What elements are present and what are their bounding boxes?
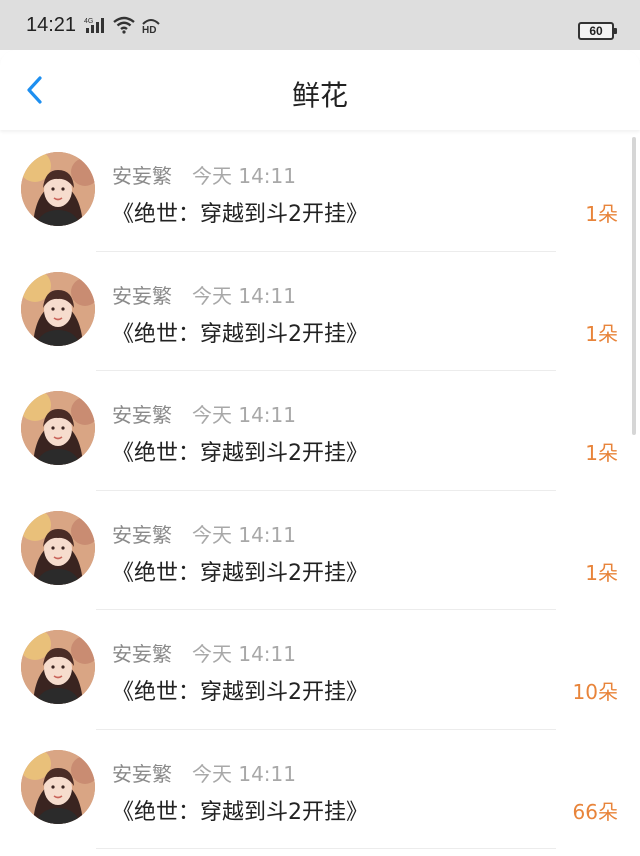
avatar[interactable] (21, 152, 95, 226)
battery-level: 60 (589, 24, 603, 38)
flower-count: 1朵 (585, 560, 618, 585)
flower-count: 1朵 (585, 441, 618, 465)
user-name: 安妄繁 (112, 642, 172, 666)
list-item[interactable]: 安妄繁 今天 14:11 《绝世：穿越到斗2开挂》 1朵 (0, 491, 640, 610)
user-name: 安妄繁 (112, 761, 172, 786)
status-icons: 4G HD (84, 16, 162, 34)
avatar[interactable] (21, 749, 95, 824)
avatar[interactable] (21, 510, 95, 585)
avatar[interactable] (21, 630, 95, 704)
book-title[interactable]: 《绝世：穿越到斗2开挂》 (112, 435, 368, 467)
timestamp: 今天 14:11 (192, 522, 296, 547)
flower-count: 1朵 (585, 202, 618, 226)
list-item[interactable]: 安妄繁 今天 14:11 《绝世：穿越到斗2开挂》 1朵 (0, 252, 640, 371)
wifi-icon (112, 16, 136, 34)
avatar[interactable] (21, 391, 95, 465)
avatar[interactable] (21, 271, 95, 346)
timestamp: 今天 14:11 (192, 403, 296, 427)
battery-icon: 60 (578, 22, 617, 40)
timestamp: 今天 14:11 (192, 283, 296, 308)
book-title[interactable]: 《绝世：穿越到斗2开挂》 (112, 794, 368, 826)
svg-text:4G: 4G (84, 18, 93, 25)
list-item[interactable]: 安妄繁 今天 14:11 《绝世：穿越到斗2开挂》 1朵 (0, 371, 640, 491)
flower-count: 10朵 (572, 680, 618, 704)
book-title[interactable]: 《绝世：穿越到斗2开挂》 (112, 555, 368, 587)
cellular-signal-icon: 4G (84, 16, 108, 34)
timestamp: 今天 14:11 (192, 642, 296, 666)
timestamp: 今天 14:11 (192, 164, 296, 188)
svg-text:HD: HD (142, 25, 156, 34)
hd-call-icon: HD (140, 16, 162, 34)
book-title[interactable]: 《绝世：穿越到斗2开挂》 (112, 316, 368, 348)
list-item[interactable]: 安妄繁 今天 14:11 《绝世：穿越到斗2开挂》 10朵 (0, 610, 640, 730)
header: 鲜花 (0, 50, 640, 130)
user-name: 安妄繁 (112, 522, 172, 547)
divider (96, 848, 556, 849)
user-name: 安妄繁 (112, 283, 172, 308)
user-name: 安妄繁 (112, 164, 172, 188)
list-item[interactable]: 安妄繁 今天 14:11 《绝世：穿越到斗2开挂》 1朵 (0, 132, 640, 252)
status-bar: 14:21 4G HD 60 (0, 0, 640, 50)
list-item[interactable]: 安妄繁 今天 14:11 《绝世：穿越到斗2开挂》 66朵 (0, 730, 640, 849)
book-title[interactable]: 《绝世：穿越到斗2开挂》 (112, 196, 368, 228)
flower-count: 66朵 (572, 799, 618, 824)
flower-list: 安妄繁 今天 14:11 《绝世：穿越到斗2开挂》 1朵 安妄繁 今天 14:11 《绝世：… (0, 132, 640, 849)
user-name: 安妄繁 (112, 403, 172, 427)
flower-count: 1朵 (585, 321, 618, 346)
page-title: 鲜花 (291, 79, 348, 112)
timestamp: 今天 14:11 (192, 761, 296, 786)
scrollbar[interactable] (632, 137, 636, 435)
book-title[interactable]: 《绝世：穿越到斗2开挂》 (112, 674, 368, 706)
status-time: 14:21 (26, 13, 77, 36)
